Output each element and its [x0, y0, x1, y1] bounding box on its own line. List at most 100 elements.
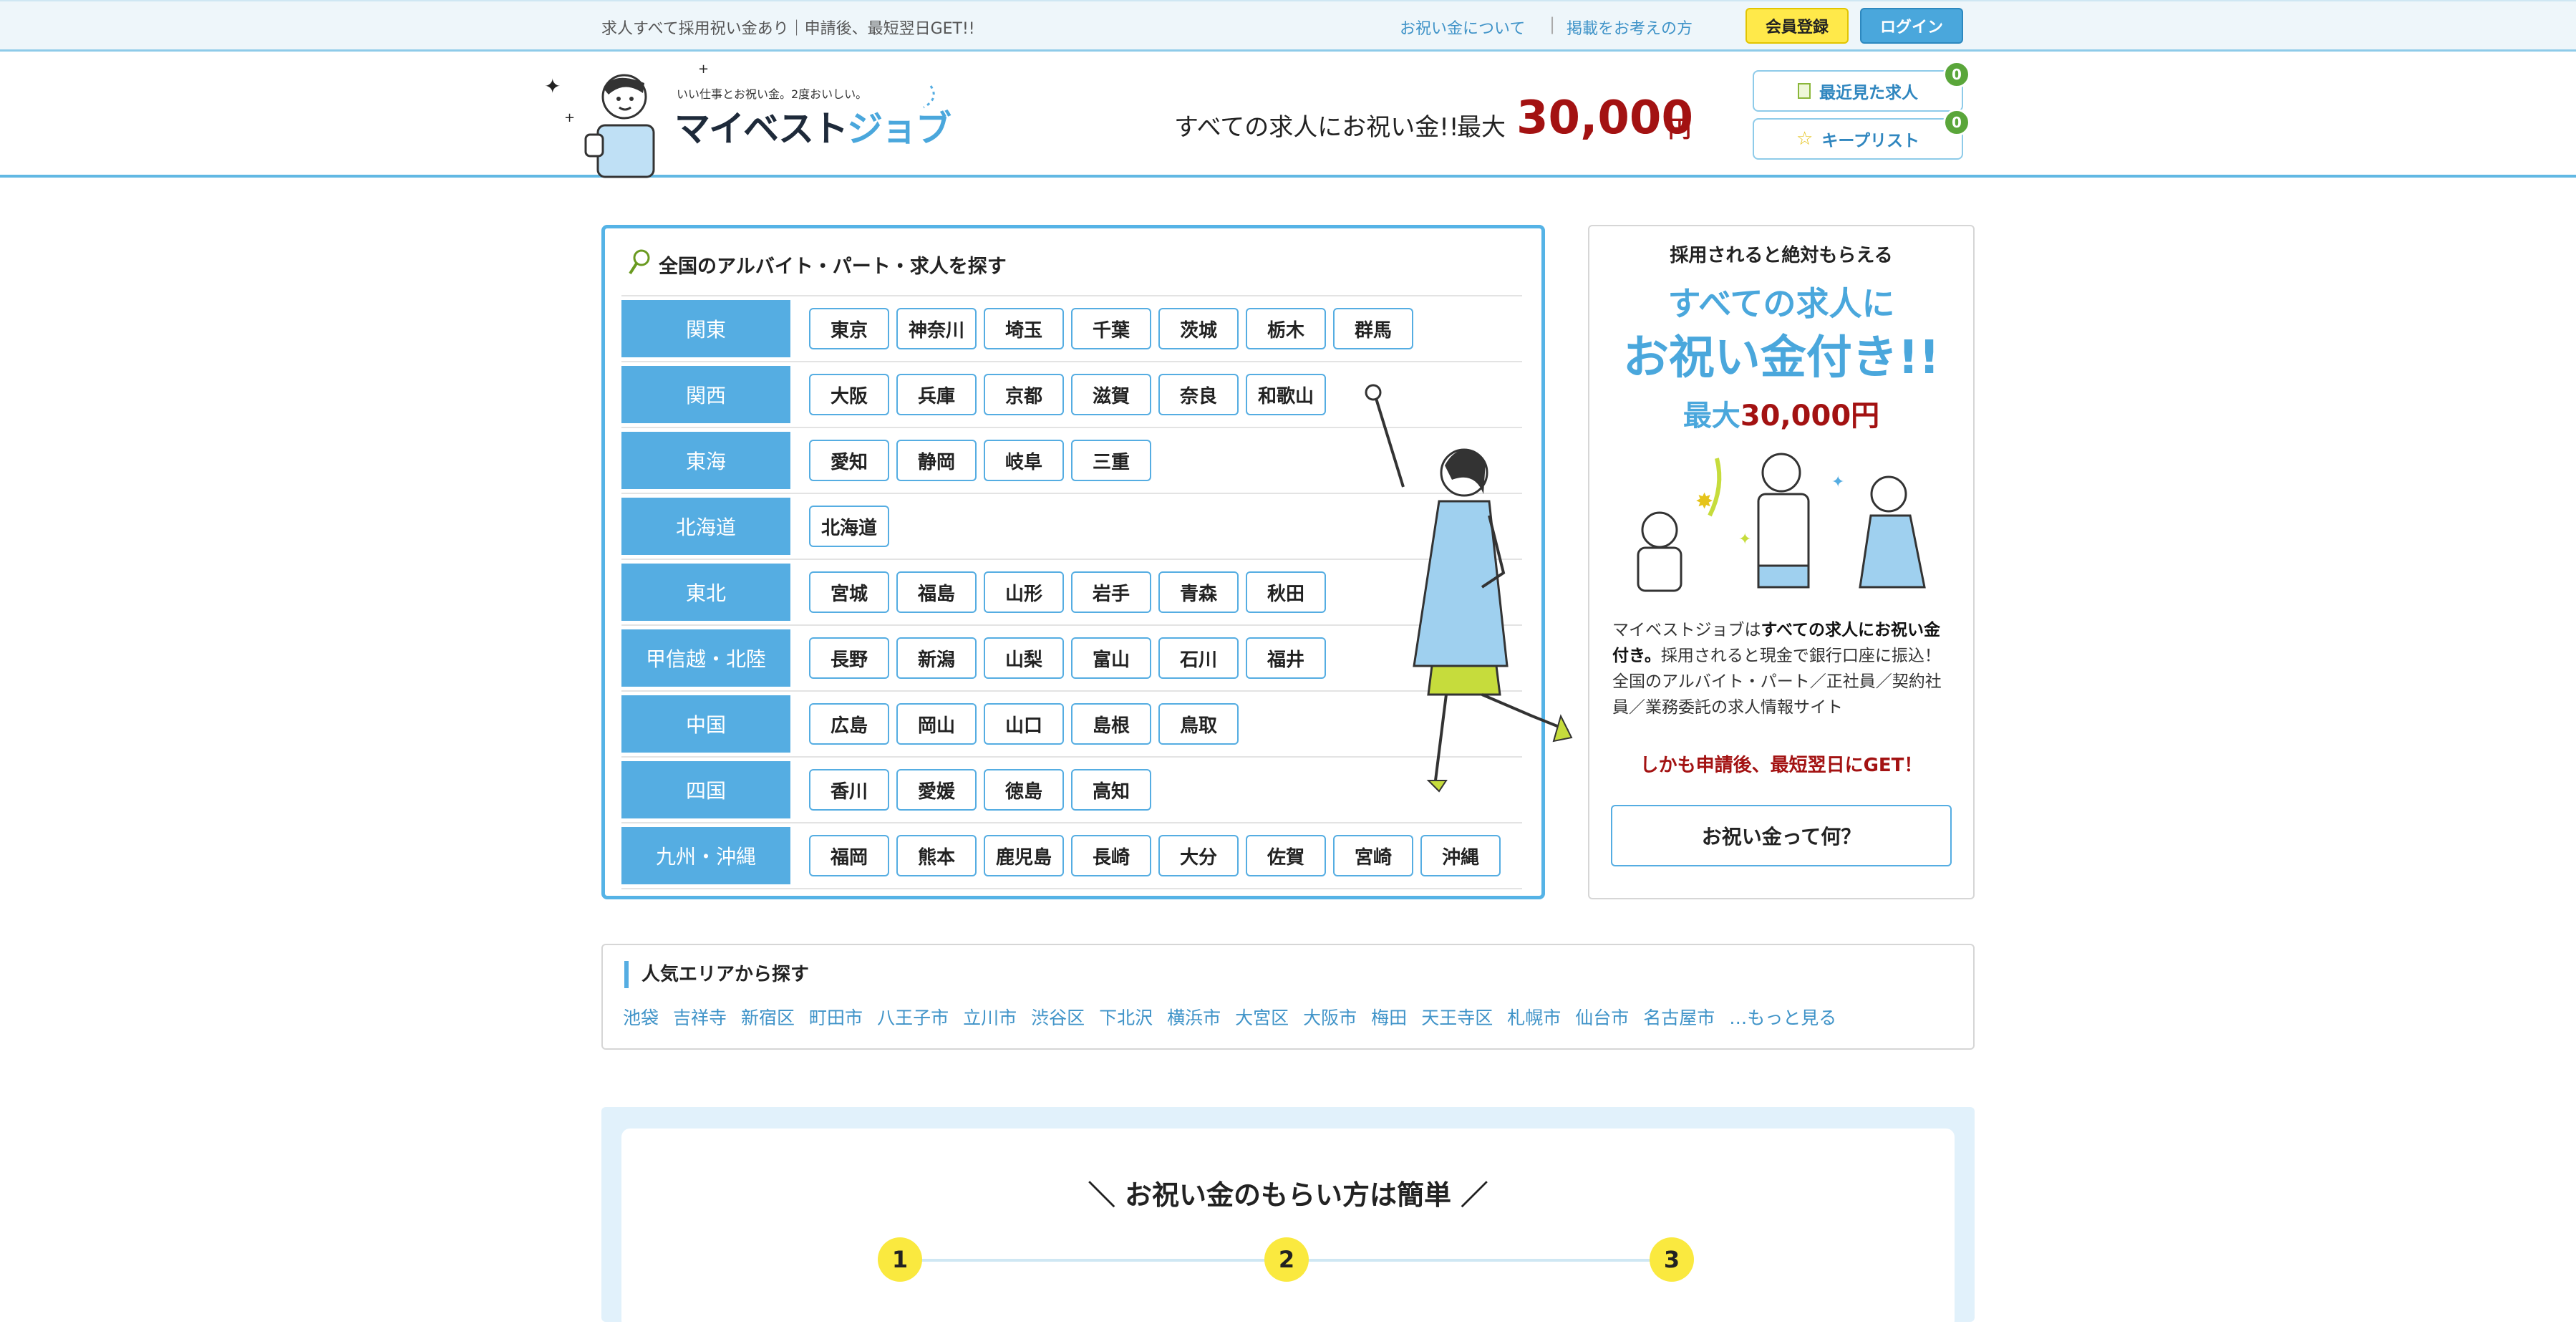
recent-jobs-button[interactable]: 最近見た求人 [1753, 70, 1963, 112]
prefecture-button[interactable]: 奈良 [1158, 374, 1239, 415]
header-headline-amount: 30,000 [1516, 92, 1693, 145]
popular-area-link[interactable]: 天王寺区 [1421, 1004, 1493, 1030]
popular-area-link[interactable]: 立川市 [963, 1004, 1017, 1030]
celebration-illustration: ✸ ✦ ✦ [1617, 444, 1946, 594]
prefecture-button[interactable]: 和歌山 [1246, 374, 1326, 415]
region-label[interactable]: 東北 [621, 564, 790, 621]
prefecture-button[interactable]: 神奈川 [896, 308, 977, 349]
region-label[interactable]: 中国 [621, 695, 790, 753]
about-oiwai-link[interactable]: お祝い金について [1400, 16, 1525, 39]
prefecture-button[interactable]: 千葉 [1071, 308, 1151, 349]
prefecture-button[interactable]: 沖縄 [1420, 835, 1501, 876]
prefecture-button[interactable]: 大阪 [809, 374, 889, 415]
popular-area-link[interactable]: 横浜市 [1167, 1004, 1221, 1030]
popular-area-link[interactable]: …もっと見る [1729, 1004, 1836, 1030]
prefecture-button[interactable]: 群馬 [1333, 308, 1413, 349]
magnifier-icon [627, 248, 652, 279]
promo-headline-2: お祝い金付き!! [1622, 332, 1940, 385]
prefecture-button[interactable]: 福井 [1246, 637, 1326, 679]
prefecture-button[interactable]: 大分 [1158, 835, 1239, 876]
keep-list-label: キープリスト [1821, 132, 1919, 150]
prefecture-button[interactable]: 福島 [896, 571, 977, 613]
region-label[interactable]: 東海 [621, 432, 790, 489]
prefecture-button[interactable]: 京都 [984, 374, 1064, 415]
prefecture-button[interactable]: 徳島 [984, 769, 1064, 811]
document-icon [1798, 83, 1811, 99]
svg-text:+: + [564, 110, 575, 125]
prefecture-button[interactable]: 香川 [809, 769, 889, 811]
howto-title: ＼ お祝い金のもらい方は簡単 ／ [1088, 1179, 1488, 1211]
region-label[interactable]: 九州・沖縄 [621, 827, 790, 884]
popular-area-link[interactable]: 下北沢 [1099, 1004, 1153, 1030]
what-is-oiwai-button[interactable]: お祝い金って何？ [1611, 805, 1952, 866]
prefecture-button[interactable]: 福岡 [809, 835, 889, 876]
prefecture-button[interactable]: 島根 [1071, 703, 1151, 745]
prefecture-button[interactable]: 北海道 [809, 506, 889, 547]
promo-headline-1: すべての求人に [1667, 284, 1895, 323]
prefecture-button[interactable]: 愛媛 [896, 769, 977, 811]
region-label[interactable]: 関東 [621, 300, 790, 357]
register-button[interactable]: 会員登録 [1745, 8, 1849, 44]
popular-area-link[interactable]: 大阪市 [1303, 1004, 1357, 1030]
prefecture-button[interactable]: 広島 [809, 703, 889, 745]
svg-text:✦: ✦ [544, 74, 561, 98]
popular-area-link[interactable]: 仙台市 [1575, 1004, 1629, 1030]
prefecture-button[interactable]: 佐賀 [1246, 835, 1326, 876]
popular-area-link[interactable]: 町田市 [809, 1004, 863, 1030]
prefecture-button[interactable]: 岩手 [1071, 571, 1151, 613]
keep-list-button[interactable]: ☆ キープリスト [1753, 118, 1963, 160]
logo-wordmark: マイベストジョブ [674, 108, 952, 150]
popular-area-link[interactable]: 八王子市 [877, 1004, 949, 1030]
prefecture-button[interactable]: 岡山 [896, 703, 977, 745]
prefecture-button[interactable]: 秋田 [1246, 571, 1326, 613]
prefecture-button[interactable]: 岐阜 [984, 440, 1064, 481]
popular-area-link[interactable]: 札幌市 [1507, 1004, 1561, 1030]
prefecture-button[interactable]: 長野 [809, 637, 889, 679]
popular-area-link[interactable]: 新宿区 [741, 1004, 795, 1030]
prefecture-button[interactable]: 栃木 [1246, 308, 1326, 349]
prefecture-button[interactable]: 茨城 [1158, 308, 1239, 349]
popular-areas-panel [601, 944, 1975, 1050]
prefecture-button[interactable]: 高知 [1071, 769, 1151, 811]
prefecture-button[interactable]: 宮崎 [1333, 835, 1413, 876]
prefecture-button[interactable]: 青森 [1158, 571, 1239, 613]
region-label[interactable]: 北海道 [621, 498, 790, 555]
prefecture-button[interactable]: 富山 [1071, 637, 1151, 679]
prefecture-button[interactable]: 山口 [984, 703, 1064, 745]
step-3-badge: 3 [1650, 1237, 1694, 1282]
popular-area-link[interactable]: 名古屋市 [1643, 1004, 1715, 1030]
popular-areas-title: 人気エリアから探す [624, 961, 809, 988]
recent-jobs-label: 最近見た求人 [1819, 84, 1918, 102]
prefecture-button[interactable]: 埼玉 [984, 308, 1064, 349]
prefecture-button[interactable]: 石川 [1158, 637, 1239, 679]
prefecture-button[interactable]: 静岡 [896, 440, 977, 481]
promo-max-amount: 最大30,000円 [1682, 400, 1880, 432]
region-row: 関東 東京 神奈川 埼玉 千葉 茨城 栃木 群馬 [621, 295, 1522, 361]
prefecture-button[interactable]: 熊本 [896, 835, 977, 876]
step-2-badge: 2 [1264, 1237, 1309, 1282]
employer-post-link[interactable]: 掲載をお考えの方 [1567, 16, 1693, 39]
prefecture-button[interactable]: 兵庫 [896, 374, 977, 415]
prefecture-button[interactable]: 三重 [1071, 440, 1151, 481]
prefecture-button[interactable]: 東京 [809, 308, 889, 349]
prefecture-button[interactable]: 滋賀 [1071, 374, 1151, 415]
region-label[interactable]: 甲信越・北陸 [621, 629, 790, 687]
prefecture-button[interactable]: 長崎 [1071, 835, 1151, 876]
keep-count-badge: 0 [1943, 109, 1970, 136]
prefecture-button[interactable]: 山梨 [984, 637, 1064, 679]
prefecture-button[interactable]: 宮城 [809, 571, 889, 613]
login-button[interactable]: ログイン [1860, 8, 1963, 44]
prefecture-button[interactable]: 愛知 [809, 440, 889, 481]
region-label[interactable]: 四国 [621, 761, 790, 818]
popular-area-link[interactable]: 梅田 [1371, 1004, 1407, 1030]
prefecture-button[interactable]: 山形 [984, 571, 1064, 613]
popular-area-link[interactable]: 吉祥寺 [673, 1004, 727, 1030]
prefecture-button[interactable]: 新潟 [896, 637, 977, 679]
popular-area-link[interactable]: 池袋 [623, 1004, 659, 1030]
popular-area-link[interactable]: 渋谷区 [1031, 1004, 1085, 1030]
popular-area-link[interactable]: 大宮区 [1235, 1004, 1289, 1030]
recent-count-badge: 0 [1943, 61, 1970, 88]
region-label[interactable]: 関西 [621, 366, 790, 423]
prefecture-button[interactable]: 鳥取 [1158, 703, 1239, 745]
prefecture-button[interactable]: 鹿児島 [984, 835, 1064, 876]
